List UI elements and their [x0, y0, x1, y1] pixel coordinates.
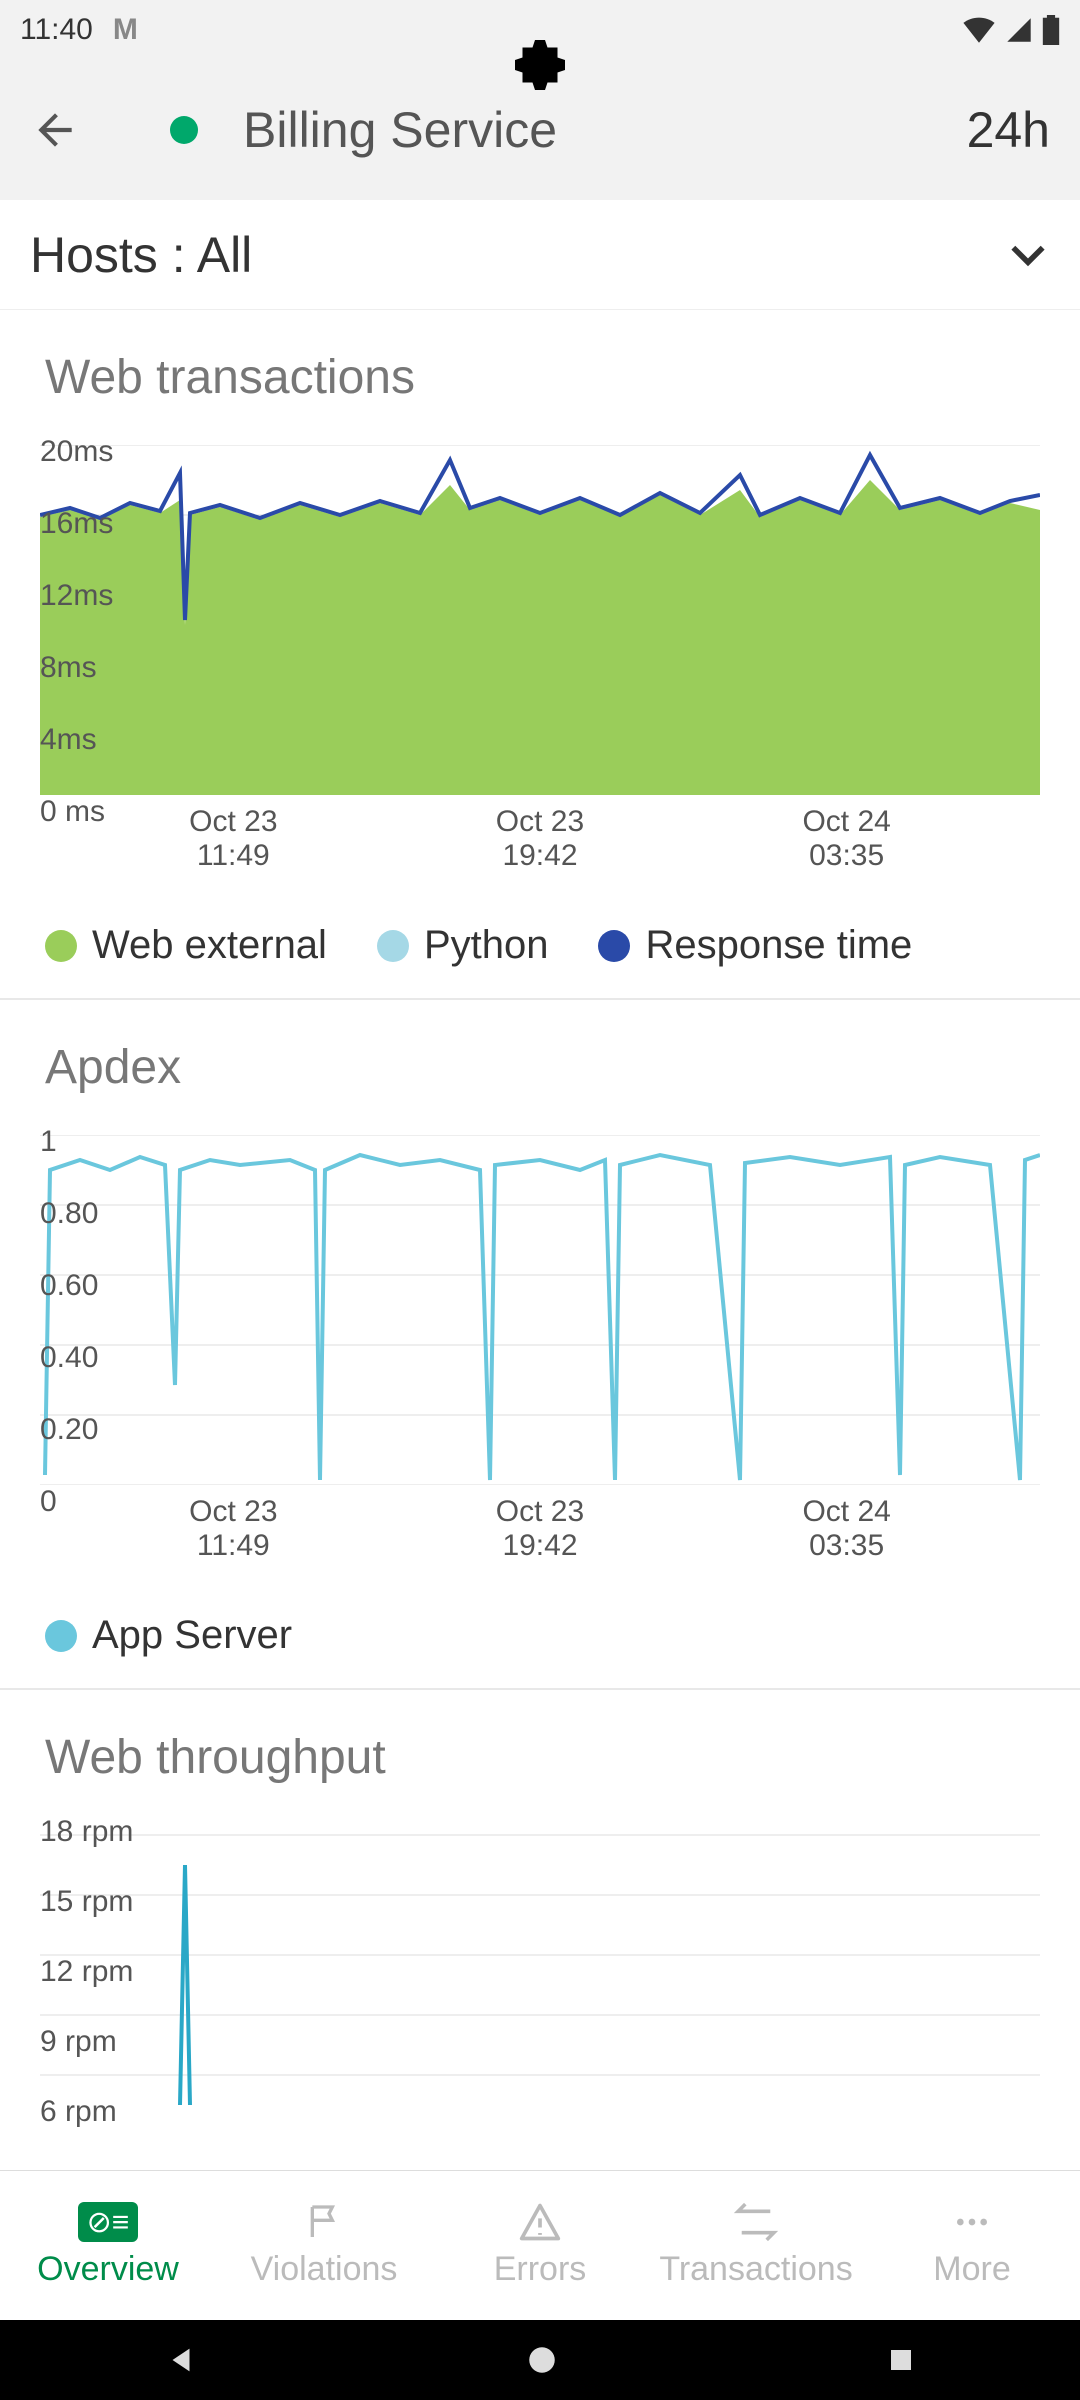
x-tick-label: Oct 23 [189, 805, 277, 839]
legend-label: Web external [92, 923, 327, 968]
sys-back[interactable] [164, 2343, 198, 2377]
nav-violations[interactable]: Violations [216, 2171, 432, 2320]
web-throughput-section: Web throughput 18 rpm 15 rpm 12 rpm 9 rp… [0, 1690, 1080, 2095]
x-tick-label: Oct 24 [802, 1495, 890, 1529]
legend-item[interactable]: App Server [45, 1613, 292, 1658]
x-tick-label: Oct 23 [496, 805, 584, 839]
legend-dot [377, 930, 409, 962]
legend-item[interactable]: Response time [598, 923, 912, 968]
legend-dot [598, 930, 630, 962]
nav-transactions[interactable]: Transactions [648, 2171, 864, 2320]
service-status-dot [170, 116, 198, 144]
wifi-icon [962, 17, 996, 43]
x-tick-label: 19:42 [496, 839, 584, 873]
sys-home[interactable] [525, 2343, 559, 2377]
bottom-nav: ⊘≡ Overview Violations Errors Transactio… [0, 2170, 1080, 2320]
legend-label: App Server [92, 1613, 292, 1658]
battery-icon [1042, 15, 1060, 45]
nav-more[interactable]: More [864, 2171, 1080, 2320]
web-transactions-chart[interactable]: 20ms 16ms 12ms 8ms 4ms 0 ms [40, 435, 1040, 795]
warning-icon [510, 2202, 570, 2242]
hosts-filter[interactable]: Hosts : All [0, 200, 1080, 310]
chart-legend: App Server [0, 1583, 1080, 1690]
time-range-selector[interactable]: 24h [967, 101, 1050, 159]
swap-icon [726, 2202, 786, 2242]
x-tick-label: 03:35 [802, 1529, 890, 1563]
x-tick-label: 19:42 [496, 1529, 584, 1563]
chevron-down-icon [1006, 233, 1050, 277]
system-nav [0, 2320, 1080, 2400]
legend-item[interactable]: Web external [45, 923, 327, 968]
cell-signal-icon [1006, 17, 1032, 43]
web-transactions-section: Web transactions 20ms 16ms 12ms 8ms 4ms … [0, 310, 1080, 1000]
more-icon [942, 2202, 1002, 2242]
nav-label: Transactions [659, 2250, 852, 2289]
x-tick-label: Oct 23 [189, 1495, 277, 1529]
sys-recent[interactable] [886, 2345, 916, 2375]
legend-dot [45, 1620, 77, 1652]
hosts-label: Hosts : All [30, 226, 252, 284]
back-button[interactable] [30, 105, 80, 155]
x-axis: Oct 2311:49 Oct 2319:42 Oct 2403:35 [0, 795, 1080, 893]
apdex-chart[interactable]: 1 0.80 0.60 0.40 0.20 0 [40, 1125, 1040, 1485]
x-tick-label: Oct 23 [496, 1495, 584, 1529]
apdex-section: Apdex 1 0.80 0.60 0.40 0.20 0 Oct 2311:4… [0, 1000, 1080, 1690]
puzzle-icon [515, 40, 565, 90]
page-title: Billing Service [243, 101, 937, 159]
status-time: 11:40 [20, 13, 93, 47]
nav-label: More [933, 2250, 1010, 2289]
legend-dot [45, 930, 77, 962]
chart-legend: Web external Python Response time [0, 893, 1080, 1000]
legend-item[interactable]: Python [377, 923, 549, 968]
nav-overview[interactable]: ⊘≡ Overview [0, 2171, 216, 2320]
nav-label: Violations [251, 2250, 398, 2289]
nav-label: Errors [494, 2250, 587, 2289]
x-axis: Oct 2311:49 Oct 2319:42 Oct 2403:35 [0, 1485, 1080, 1583]
flag-icon [294, 2202, 354, 2242]
x-tick-label: 11:49 [189, 839, 277, 873]
section-title: Apdex [0, 1020, 1080, 1125]
legend-label: Python [424, 923, 549, 968]
status-icons [962, 15, 1060, 45]
section-title: Web throughput [0, 1710, 1080, 1815]
section-title: Web transactions [0, 330, 1080, 435]
x-tick-label: 11:49 [189, 1529, 277, 1563]
web-throughput-chart[interactable]: 18 rpm 15 rpm 12 rpm 9 rpm 6 rpm [40, 1815, 1040, 2095]
gmail-icon: M [113, 13, 138, 47]
x-tick-label: Oct 24 [802, 805, 890, 839]
legend-label: Response time [645, 923, 912, 968]
nav-errors[interactable]: Errors [432, 2171, 648, 2320]
x-tick-label: 03:35 [802, 839, 890, 873]
nav-label: Overview [37, 2250, 179, 2289]
overview-icon: ⊘≡ [78, 2202, 138, 2242]
